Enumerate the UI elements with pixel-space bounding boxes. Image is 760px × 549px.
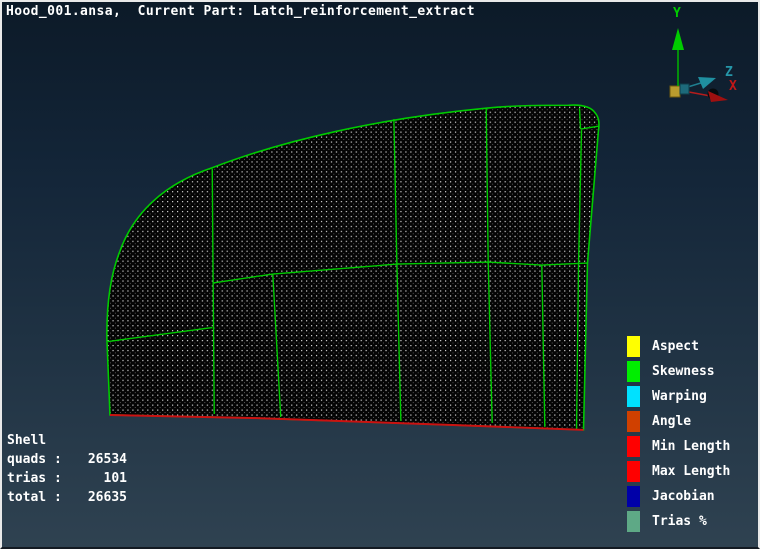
- legend-color-swatch: [627, 411, 640, 432]
- legend-color-swatch: [627, 486, 640, 507]
- legend-item-label: Trias %: [652, 514, 707, 529]
- stats-value: 26635: [87, 490, 127, 505]
- legend-item-label: Warping: [652, 389, 707, 404]
- legend-item-angle[interactable]: Angle: [627, 409, 757, 434]
- stats-row-trias: trias : 101: [7, 469, 127, 488]
- legend-item-skewness[interactable]: Skewness: [627, 359, 757, 384]
- legend-item-jacobian[interactable]: Jacobian: [627, 484, 757, 509]
- legend-color-swatch: [627, 461, 640, 482]
- stats-row-quads: quads : 26534: [7, 450, 127, 469]
- stats-title: Shell: [7, 433, 47, 448]
- legend-color-swatch: [627, 386, 640, 407]
- legend-color-swatch: [627, 361, 640, 382]
- element-stats: Shell quads : 26534 trias : 101 total : …: [7, 431, 127, 507]
- stats-value: 101: [103, 471, 127, 486]
- stats-value: 26534: [87, 452, 127, 467]
- origin-cube-teal: [679, 83, 690, 95]
- stats-row-total: total : 26635: [7, 488, 127, 507]
- stats-label: trias :: [7, 471, 62, 486]
- origin-cube-yellow: [669, 85, 681, 98]
- z-axis-label: Z: [725, 65, 733, 80]
- axis-triad: Z X Y: [669, 6, 737, 102]
- x-axis-label: X: [729, 79, 737, 94]
- legend-color-swatch: [627, 436, 640, 457]
- legend-item-label: Skewness: [652, 364, 715, 379]
- legend-item-label: Max Length: [652, 464, 731, 479]
- legend-item-warping[interactable]: Warping: [627, 384, 757, 409]
- stats-label: total :: [7, 490, 62, 505]
- legend-item-label: Jacobian: [652, 489, 715, 504]
- legend-item-aspect[interactable]: Aspect: [627, 334, 757, 359]
- legend-item-min-length[interactable]: Min Length: [627, 434, 757, 459]
- legend-item-trias-pct[interactable]: Trias %: [627, 509, 757, 534]
- legend-item-label: Angle: [652, 414, 692, 429]
- ansa-main-window: Hood_001.ansa, Current Part: Latch_reinf…: [0, 0, 760, 549]
- legend-item-label: Min Length: [652, 439, 731, 454]
- legend-item-label: Aspect: [652, 339, 699, 354]
- legend-item-max-length[interactable]: Max Length: [627, 459, 757, 484]
- y-axis-label: Y: [673, 6, 681, 21]
- quality-legend: Aspect Skewness Warping Angle Min Length…: [627, 334, 757, 534]
- stats-label: quads :: [7, 452, 62, 467]
- legend-color-swatch: [627, 336, 640, 357]
- legend-color-swatch: [627, 511, 640, 532]
- y-axis: Y: [672, 6, 684, 86]
